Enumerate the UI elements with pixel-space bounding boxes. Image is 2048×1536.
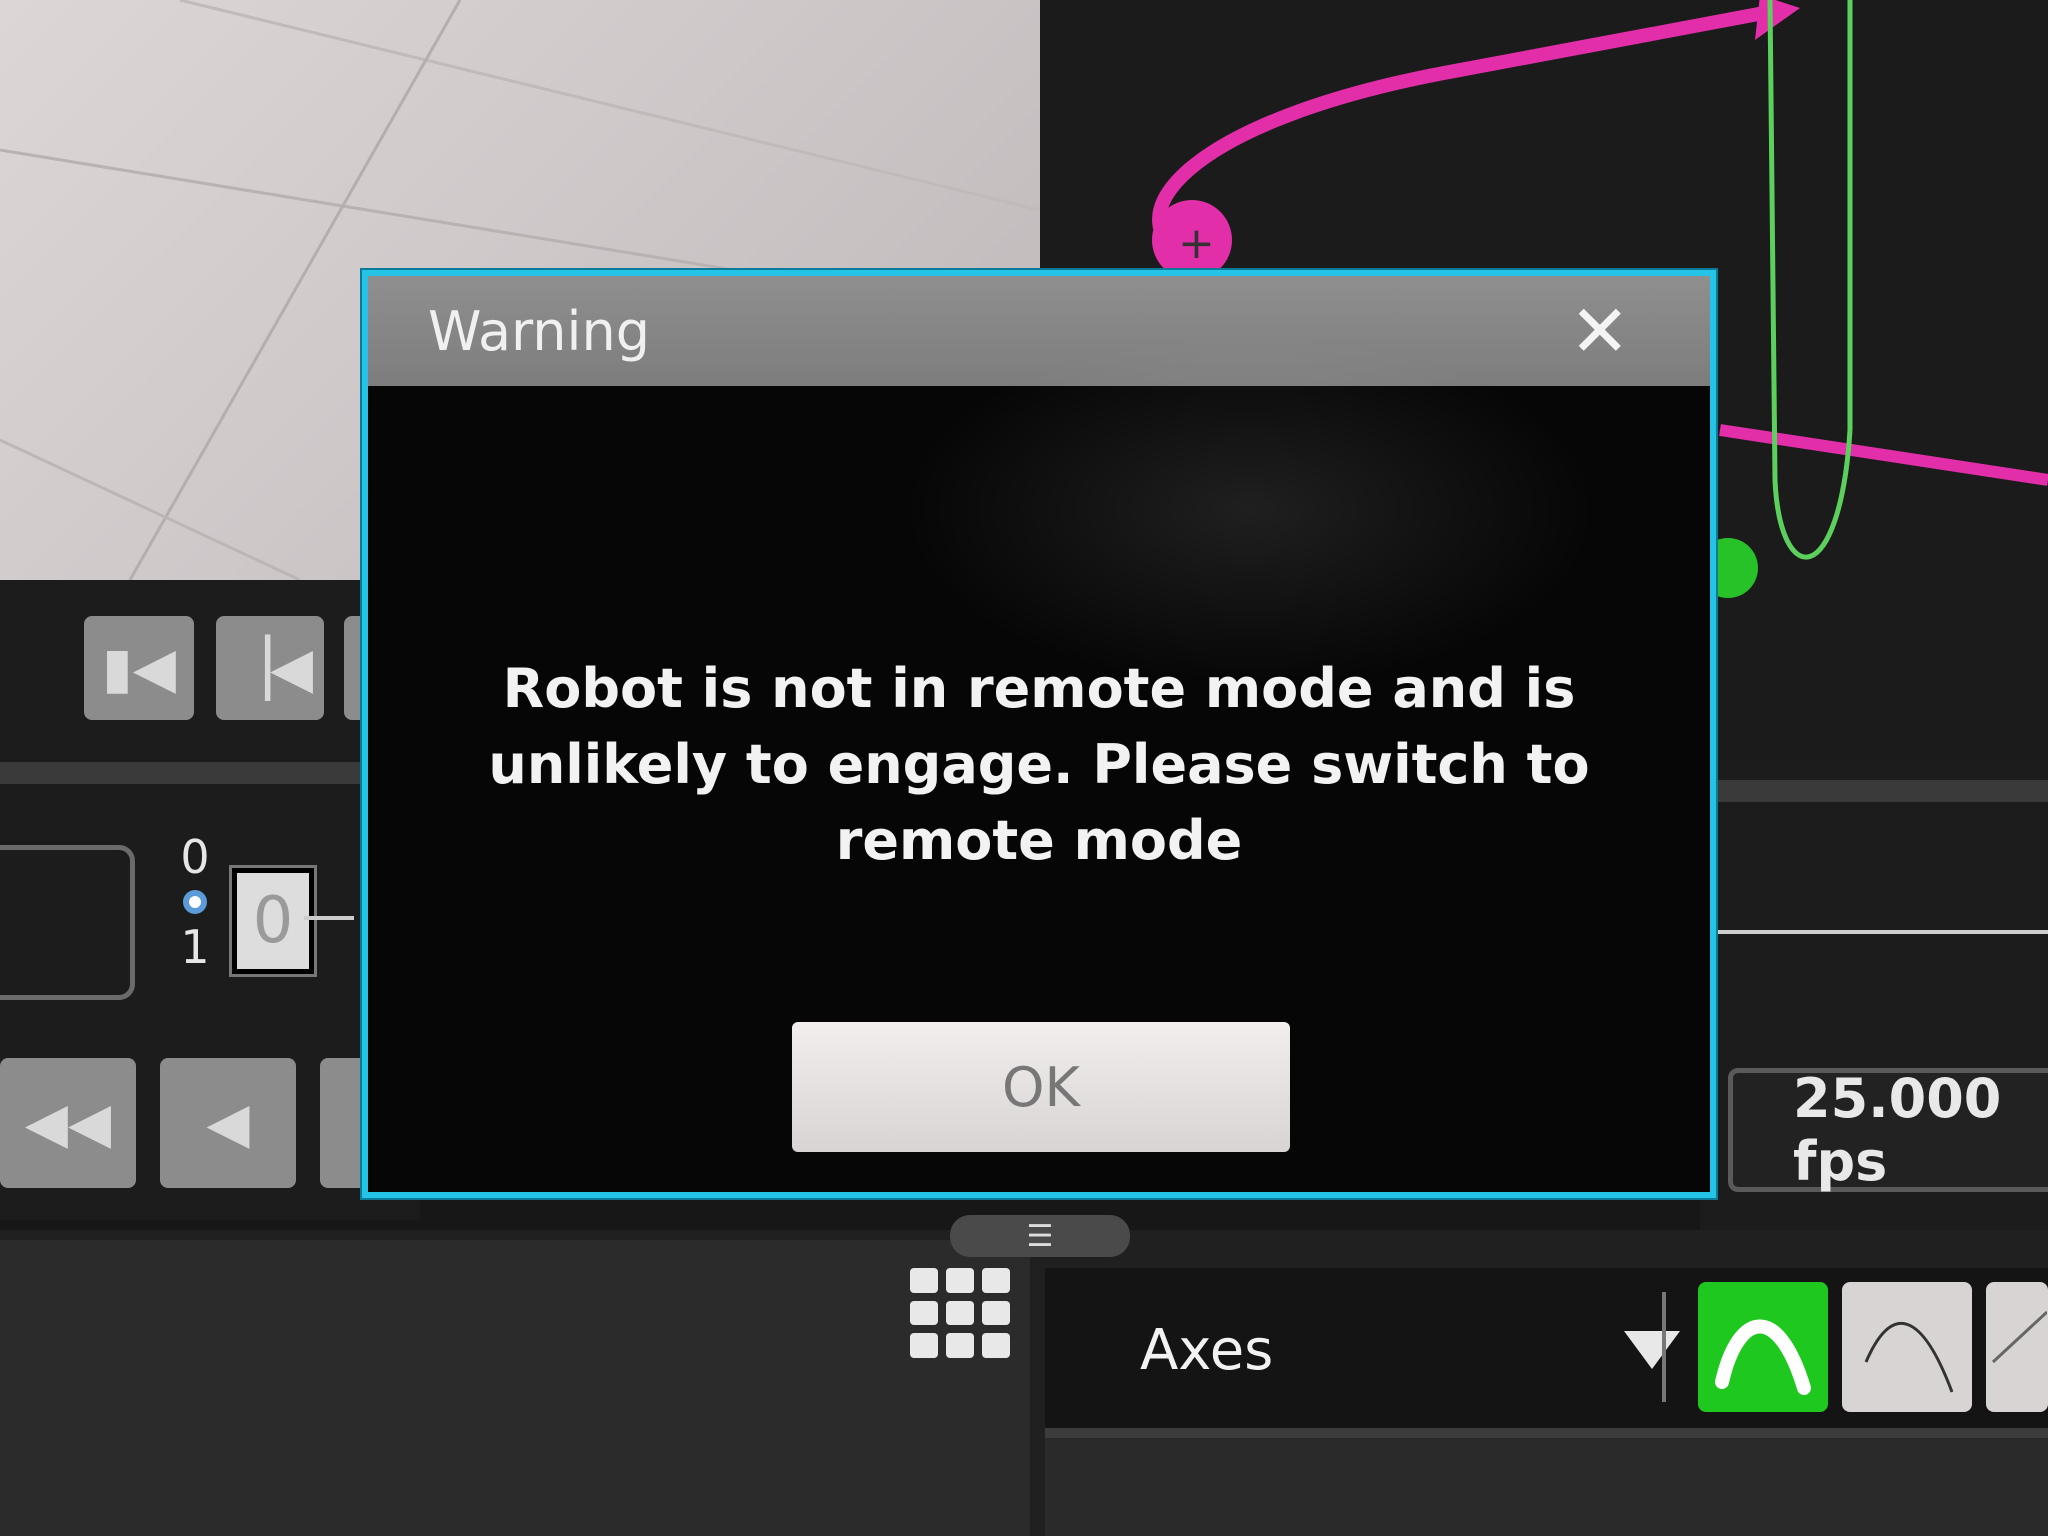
dialog-title: Warning [428, 299, 651, 363]
screen: + ▮◀ ▕◀ 0 1 0 ◀◀ ◀ 25.000 fps ☰ Axes War… [0, 0, 2048, 1536]
ease-curve-button[interactable] [1842, 1282, 1972, 1412]
axes-dropdown[interactable]: Axes [1140, 1300, 1680, 1400]
smooth-interpolation-icon [1715, 1319, 1811, 1395]
axes-label: Axes [1140, 1317, 1274, 1383]
skip-to-start-icon: ▮◀ [102, 635, 176, 701]
timeline-line [304, 916, 354, 920]
skip-to-start-button[interactable]: ▮◀ [84, 616, 194, 720]
close-icon[interactable]: ✕ [1570, 295, 1630, 367]
grid-menu-icon[interactable] [910, 1268, 1010, 1358]
dropdown-arrow-icon [1624, 1331, 1680, 1369]
play-reverse-button[interactable]: ◀ [160, 1058, 296, 1188]
toolbar-separator [1662, 1292, 1666, 1402]
dialog-titlebar[interactable]: Warning ✕ [368, 276, 1710, 386]
linear-curve-button[interactable] [1986, 1282, 2048, 1412]
frame-number-value: 0 [252, 884, 294, 958]
radio-top-label: 0 [180, 830, 210, 884]
bottom-shelf [1045, 1428, 2048, 1536]
panel-grip-handle[interactable]: ☰ [950, 1215, 1130, 1257]
dialog-message: Robot is not in remote mode and is unlik… [488, 657, 1590, 872]
radio-bottom-label: 1 [180, 920, 210, 974]
step-back-icon: ▕◀ [226, 635, 314, 701]
radio-button[interactable] [183, 890, 207, 914]
linear-curve-icon [1991, 1310, 2047, 1364]
play-reverse-icon: ◀ [206, 1090, 250, 1156]
timeline-line-right [1716, 930, 2048, 934]
frame-field[interactable] [0, 845, 135, 1000]
bottom-left-panel [0, 1240, 1030, 1536]
ok-button[interactable]: OK [792, 1022, 1290, 1152]
step-back-button[interactable]: ▕◀ [216, 616, 324, 720]
fps-display[interactable]: 25.000 fps [1728, 1067, 2048, 1193]
ok-button-label: OK [1002, 1055, 1080, 1119]
panel-grip-icon: ☰ [1026, 1218, 1054, 1254]
svg-text:+: + [1178, 218, 1215, 269]
frame-number-box[interactable]: 0 [229, 865, 317, 977]
smooth-interpolation-button[interactable] [1698, 1282, 1828, 1412]
transport-divider [0, 762, 420, 784]
warning-dialog: Warning ✕ Robot is not in remote mode an… [362, 270, 1716, 1198]
rewind-icon: ◀◀ [24, 1090, 112, 1156]
ease-curve-icon [1864, 1321, 1954, 1393]
frame-radio-group[interactable]: 0 1 [170, 830, 220, 974]
right-divider [1700, 780, 2048, 802]
fps-label: 25.000 fps [1793, 1067, 2002, 1193]
rewind-button[interactable]: ◀◀ [0, 1058, 136, 1188]
